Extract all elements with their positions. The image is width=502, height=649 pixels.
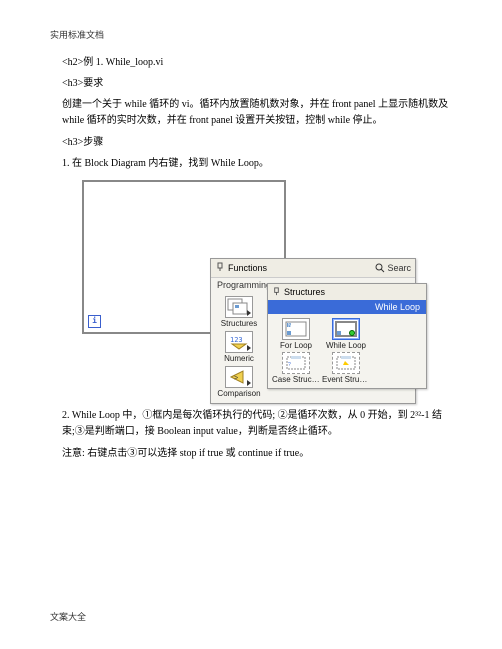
heading-requirements: <h3>要求 (62, 76, 452, 91)
svg-text:?: ? (288, 362, 291, 368)
for-loop-icon: N (282, 318, 310, 340)
svg-text:N: N (288, 323, 292, 329)
while-loop-icon (332, 318, 360, 340)
palette-titlebar[interactable]: Functions Searc (211, 259, 415, 278)
structures-icon (225, 296, 253, 318)
pin-icon[interactable] (272, 287, 281, 298)
comparison-icon: > (225, 366, 253, 388)
subpalette-title-text: Structures (284, 287, 325, 297)
subpalette-highlight: While Loop (268, 300, 426, 314)
subpalette-grid: N For Loop (268, 314, 426, 388)
subpalette-item-forloop[interactable]: N For Loop (271, 317, 321, 351)
svg-text:>: > (234, 375, 238, 382)
subpalette-item-label: For Loop (280, 341, 312, 350)
subpalette-item-label: Event Struct... (322, 375, 370, 384)
palette-search-label: Searc (387, 263, 411, 273)
subpalette-titlebar[interactable]: Structures (268, 284, 426, 300)
palette-title-text: Functions (228, 263, 267, 273)
iteration-terminal-icon: i (88, 315, 101, 328)
step-1: 1. 在 Block Diagram 内右键，找到 While Loop。 (62, 156, 452, 172)
diagram-area: i Functions Searc Programming (74, 180, 394, 400)
palette-item-label: Numeric (224, 354, 254, 363)
palette-item-structures[interactable]: Structures (215, 294, 263, 329)
palette-search[interactable]: Searc (375, 263, 411, 273)
subpalette-item-whileloop[interactable]: While Loop (321, 317, 371, 351)
doc-header: 实用标准文档 (50, 28, 452, 41)
palette-item-label: Structures (221, 319, 257, 328)
event-structure-icon (332, 352, 360, 374)
subpalette-item-label: Case Structu... (272, 375, 320, 384)
note-text: 注意: 右键点击③可以选择 stop if true 或 continue if… (62, 446, 452, 462)
step-2: 2. While Loop 中，①框内是每次循环执行的代码; ②是循环次数，从 … (62, 408, 452, 440)
search-icon (375, 263, 385, 273)
subpalette-item-event[interactable]: Event Struct... (321, 351, 371, 385)
subpalette-item-case[interactable]: ? Case Structu... (271, 351, 321, 385)
palette-item-numeric[interactable]: 123 Numeric (215, 329, 263, 364)
heading-h2: <h2>例 1. While_loop.vi (62, 55, 452, 70)
doc-footer: 文案大全 (50, 610, 86, 623)
chevron-right-icon (247, 345, 251, 351)
chevron-right-icon (247, 380, 251, 386)
pin-icon[interactable] (215, 262, 225, 274)
heading-steps: <h3>步骤 (62, 135, 452, 150)
palette-item-comparison[interactable]: > Comparison (215, 364, 263, 399)
functions-palette[interactable]: Functions Searc Programming (210, 258, 416, 404)
chevron-right-icon (247, 310, 251, 316)
subpalette-item-label: While Loop (326, 341, 366, 350)
svg-text:123: 123 (230, 336, 243, 344)
structures-subpalette[interactable]: Structures While Loop N (267, 283, 427, 389)
palette-item-label: Comparison (217, 389, 260, 398)
case-structure-icon: ? (282, 352, 310, 374)
numeric-icon: 123 (225, 331, 253, 353)
requirements-text: 创建一个关于 while 循环的 vi。循环内放置随机数对象，并在 front … (62, 97, 452, 129)
